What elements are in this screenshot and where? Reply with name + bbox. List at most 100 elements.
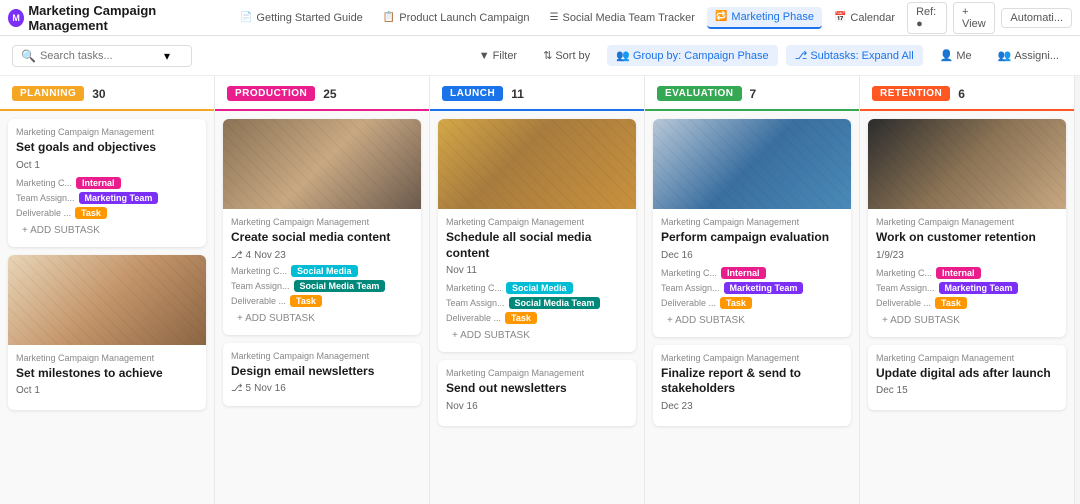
subtasks-button[interactable]: ⎇ Subtasks: Expand All	[786, 45, 923, 66]
card-title: Set milestones to achieve	[16, 366, 198, 382]
doc-icon: 📄	[240, 12, 252, 23]
group-button[interactable]: 👥 Group by: Campaign Phase	[607, 45, 777, 66]
add-subtask-btn[interactable]: + ADD SUBTASK	[16, 222, 198, 239]
subtasks-label: Subtasks: Expand All	[810, 50, 913, 62]
card-ret-1[interactable]: Marketing Campaign Management Work on cu…	[868, 119, 1066, 337]
ref-button[interactable]: Ref: ●	[907, 2, 947, 34]
meta-label: Marketing C...	[231, 266, 287, 276]
tab-getting-started[interactable]: 📄 Getting Started Guide	[232, 8, 371, 28]
meta-team-label: Team Assign...	[446, 298, 505, 308]
group-icon: 👥	[616, 49, 630, 62]
subtask-icon: ⎇	[231, 383, 243, 394]
me-button[interactable]: 👤 Me	[931, 45, 981, 66]
card-project: Marketing Campaign Management	[446, 368, 628, 378]
card-ret-2[interactable]: Marketing Campaign Management Update dig…	[868, 345, 1066, 411]
phase-badge-planning: PLANNING	[12, 86, 84, 101]
card-date: Nov 16	[446, 401, 628, 412]
card-project: Marketing Campaign Management	[231, 217, 413, 227]
assignee-button[interactable]: 👥 Assigni...	[989, 45, 1068, 66]
tag-task: Task	[935, 297, 967, 309]
column-count-production: 25	[323, 87, 336, 101]
meta-deliverable-label: Deliverable ...	[661, 298, 716, 308]
search-box[interactable]: 🔍 ▾	[12, 45, 192, 67]
tag-internal: Internal	[721, 267, 766, 279]
add-subtask-btn[interactable]: + ADD SUBTASK	[661, 312, 843, 329]
card-meta-deliverable: Deliverable ... Task	[661, 297, 843, 309]
add-subtask-btn[interactable]: + ADD SUBTASK	[446, 327, 628, 344]
grid-icon: ☰	[550, 12, 559, 23]
card-prod-1[interactable]: Marketing Campaign Management Create soc…	[223, 119, 421, 335]
tag-internal: Internal	[936, 267, 981, 279]
column-retention: RETENTION 6 Marketing Campaign Managemen…	[860, 76, 1075, 504]
card-body: Marketing Campaign Management Work on cu…	[868, 209, 1066, 337]
card-subtask: ⎇ 5 Nov 16	[231, 383, 413, 394]
phase-badge-evaluation: EVALUATION	[657, 86, 742, 101]
sort-label: Sort by	[555, 50, 590, 62]
tab-label: Product Launch Campaign	[399, 12, 529, 24]
meta-deliverable-label: Deliverable ...	[231, 296, 286, 306]
view-button[interactable]: + View	[953, 2, 995, 34]
tag-internal: Internal	[76, 177, 121, 189]
card-meta-campaign: Marketing C... Internal	[16, 177, 198, 189]
search-input[interactable]	[40, 50, 160, 62]
column-header-retention: RETENTION 6	[860, 76, 1074, 111]
tab-calendar[interactable]: 📅 Calendar	[826, 8, 903, 28]
tab-marketing-phase[interactable]: 🔁 Marketing Phase	[707, 7, 822, 29]
card-body: Marketing Campaign Management Update dig…	[868, 345, 1066, 411]
card-meta-campaign: Marketing C... Internal	[661, 267, 843, 279]
card-launch-2[interactable]: Marketing Campaign Management Send out n…	[438, 360, 636, 426]
card-plan-2[interactable]: Marketing Campaign Management Set milest…	[8, 255, 206, 411]
subtask-icon: ⎇	[231, 250, 243, 261]
card-body: Marketing Campaign Management Create soc…	[223, 209, 421, 335]
card-meta-campaign: Marketing C... Social Media	[446, 282, 628, 294]
column-header-launch: LAUNCH 11	[430, 76, 644, 111]
card-title: Set goals and objectives	[16, 140, 198, 156]
card-eval-2[interactable]: Marketing Campaign Management Finalize r…	[653, 345, 851, 426]
tab-social-media[interactable]: ☰ Social Media Team Tracker	[542, 8, 703, 28]
card-date: Dec 15	[876, 385, 1058, 396]
card-date: Oct 1	[16, 160, 198, 171]
assignee-icon: 👥	[998, 49, 1012, 62]
assignee-label: Assigni...	[1014, 50, 1059, 62]
tag-team: Marketing Team	[724, 282, 804, 294]
automate-label: Automati...	[1010, 12, 1063, 24]
subtask-date: Nov 16	[254, 383, 286, 394]
card-body: Marketing Campaign Management Design ema…	[223, 343, 421, 407]
subtask-count: 5	[246, 383, 252, 394]
meta-team-label: Team Assign...	[876, 283, 935, 293]
card-title: Send out newsletters	[446, 381, 628, 397]
card-subtask: ⎇ 4 Nov 23	[231, 250, 413, 261]
add-subtask-btn[interactable]: + ADD SUBTASK	[231, 310, 413, 327]
meta-deliverable-label: Deliverable ...	[16, 208, 71, 218]
tab-product-launch[interactable]: 📋 Product Launch Campaign	[375, 8, 538, 28]
meta-team-label: Team Assign...	[661, 283, 720, 293]
automate-button[interactable]: Automati...	[1001, 8, 1072, 28]
tab-label: Social Media Team Tracker	[562, 12, 694, 24]
card-eval-1[interactable]: Marketing Campaign Management Perform ca…	[653, 119, 851, 337]
topbar: M Marketing Campaign Management 📄 Gettin…	[0, 0, 1080, 36]
card-meta-deliverable: Deliverable ... Task	[231, 295, 413, 307]
card-meta-deliverable: Deliverable ... Task	[446, 312, 628, 324]
group-label: Group by: Campaign Phase	[633, 50, 769, 62]
chevron-down-icon: ▾	[164, 49, 170, 63]
add-subtask-btn[interactable]: + ADD SUBTASK	[876, 312, 1058, 329]
card-plan-1[interactable]: Marketing Campaign Management Set goals …	[8, 119, 206, 247]
card-image-eval	[653, 119, 851, 209]
card-project: Marketing Campaign Management	[16, 127, 198, 137]
card-date: Dec 16	[661, 250, 843, 261]
card-prod-2[interactable]: Marketing Campaign Management Design ema…	[223, 343, 421, 407]
card-date: Dec 23	[661, 401, 843, 412]
column-header-production: PRODUCTION 25	[215, 76, 429, 111]
tab-label: Getting Started Guide	[256, 12, 362, 24]
card-body: Marketing Campaign Management Perform ca…	[653, 209, 851, 337]
filter-label: Filter	[493, 50, 517, 62]
card-meta-team: Team Assign... Marketing Team	[16, 192, 198, 204]
app-logo: M	[8, 9, 24, 27]
tag-task: Task	[290, 295, 322, 307]
card-launch-1[interactable]: Marketing Campaign Management Schedule a…	[438, 119, 636, 352]
sort-button[interactable]: ⇅ Sort by	[534, 45, 599, 66]
column-evaluation: EVALUATION 7 Marketing Campaign Manageme…	[645, 76, 860, 504]
filter-button[interactable]: ▼ Filter	[470, 46, 526, 66]
card-image-production	[223, 119, 421, 209]
card-title: Update digital ads after launch	[876, 366, 1058, 382]
